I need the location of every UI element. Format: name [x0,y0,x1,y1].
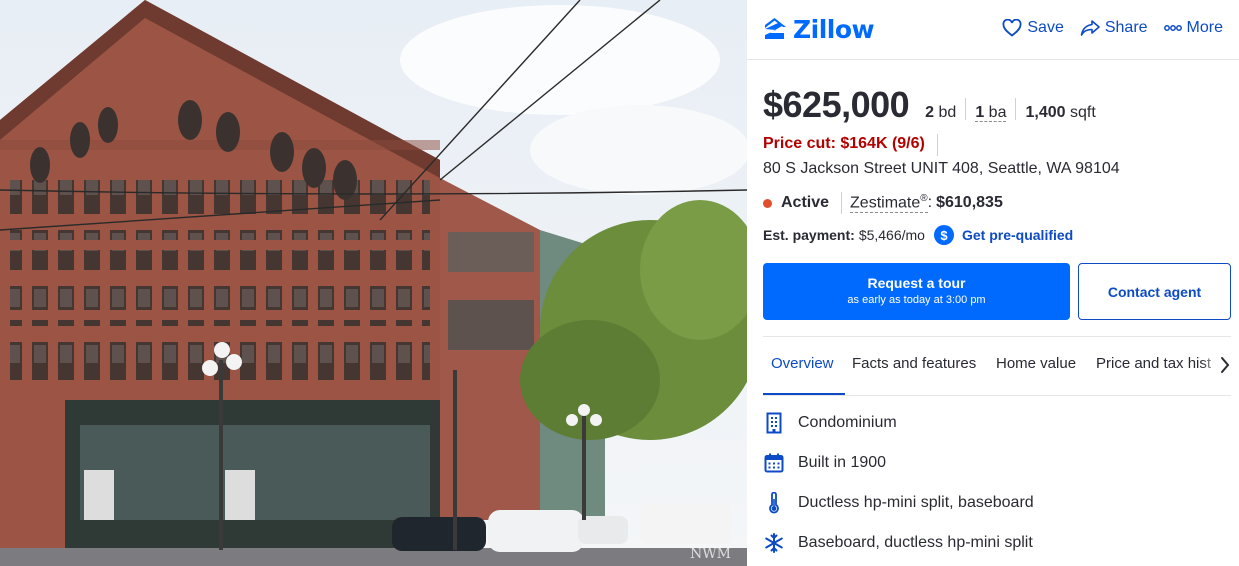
feature-year-built: Built in 1900 [763,452,886,474]
listing-price: $625,000 [763,84,910,125]
save-label: Save [1027,19,1064,36]
listing-panel: Zillow Save Share More $625,000 2 bd 1 b… [747,0,1239,566]
zestimate-registered: ® [920,192,928,204]
tab-label: Overview [771,355,834,372]
save-button[interactable]: Save [1002,19,1064,37]
tab-label: Facts and features [852,355,977,372]
zestimate-link[interactable]: Zestimate® [850,192,928,214]
zillow-logo-icon [765,18,786,39]
zillow-logo[interactable]: Zillow [762,15,875,44]
header-actions: Save Share More [1002,19,1223,37]
building-photo: NWM [0,0,747,566]
listing-photo[interactable]: NWM [0,0,747,566]
baths-count: 1 [975,104,985,121]
status-divider [841,192,843,214]
price-cut: Price cut: $164K (9/6) [763,135,925,152]
zestimate-label: Zestimate [850,194,921,212]
feature-cooling: Baseboard, ductless hp-mini split [763,532,1033,554]
feature-heating: Ductless hp-mini split, baseboard [763,492,1034,514]
beds-unit: bd [938,104,957,121]
get-prequalified-link[interactable]: Get pre-qualified [962,227,1073,243]
active-tab-indicator [763,393,845,395]
section-tabs: Overview Facts and features Home value P… [763,336,1231,396]
more-label: More [1186,19,1223,36]
sqft-fact: 1,400 sqft [1025,104,1095,122]
request-tour-title: Request a tour [867,275,966,291]
baths-fact[interactable]: 1 ba [975,104,1007,122]
feature-text: Ductless hp-mini split, baseboard [798,494,1034,511]
est-payment-value: $5,466/mo [858,227,925,243]
share-label: Share [1104,19,1148,36]
tab-home-value[interactable]: Home value [996,355,1076,372]
status-label: Active [781,194,830,211]
snowflake-icon [763,532,785,554]
beds-fact: 2 bd [925,104,956,122]
status-dot [763,198,772,208]
brand-name: Zillow [793,15,875,44]
tab-label: Home value [996,355,1077,372]
status-row: Active Zestimate®: $610,835 [763,192,1003,214]
feature-text: Built in 1900 [798,454,887,471]
tab-label: Price and tax hist [1096,355,1212,372]
dollar-icon: $ [933,225,954,245]
address: 80 S Jackson Street UNIT 408, Seattle, W… [763,160,1120,177]
request-tour-button[interactable]: Request a tour as early as today at 3:00… [763,263,1070,320]
zestimate-value: $610,835 [936,194,1003,211]
tab-facts-and-features[interactable]: Facts and features [852,355,976,372]
building-icon [763,412,785,434]
zestimate-colon: : [927,194,933,211]
calendar-icon [763,452,785,474]
panel-header: Zillow Save Share More [747,0,1239,60]
fact-divider [1015,98,1017,120]
request-tour-subtitle: as early as today at 3:00 pm [847,294,986,306]
sqft-value: 1,400 [1025,104,1066,121]
baths-unit: ba [988,104,1007,121]
feature-text: Baseboard, ductless hp-mini split [798,534,1033,551]
feature-home-type: Condominium [763,412,897,434]
thermometer-icon [763,492,785,514]
share-icon [1080,20,1100,36]
photo-watermark: NWM [690,546,731,562]
payment-row: Est. payment: $5,466/mo $ Get pre-qualif… [763,225,1073,245]
fact-divider [965,98,967,120]
more-button[interactable]: More [1163,19,1223,37]
sqft-unit: sqft [1069,104,1096,121]
price-row: $625,000 2 bd 1 ba 1,400 sqft [763,84,1096,126]
contact-agent-button[interactable]: Contact agent [1078,263,1231,320]
tabs-scroll-right[interactable] [1219,355,1231,380]
feature-text: Condominium [798,414,897,431]
price-cut-divider [937,134,938,156]
beds-count: 2 [925,104,935,121]
tab-price-and-tax-history[interactable]: Price and tax hist [1096,355,1211,372]
est-payment-label: Est. payment: [763,227,855,243]
more-icon [1163,25,1182,31]
share-button[interactable]: Share [1080,19,1148,37]
tab-overview[interactable]: Overview [771,355,834,372]
chevron-right-icon [1221,357,1230,373]
heart-icon [1002,19,1022,37]
